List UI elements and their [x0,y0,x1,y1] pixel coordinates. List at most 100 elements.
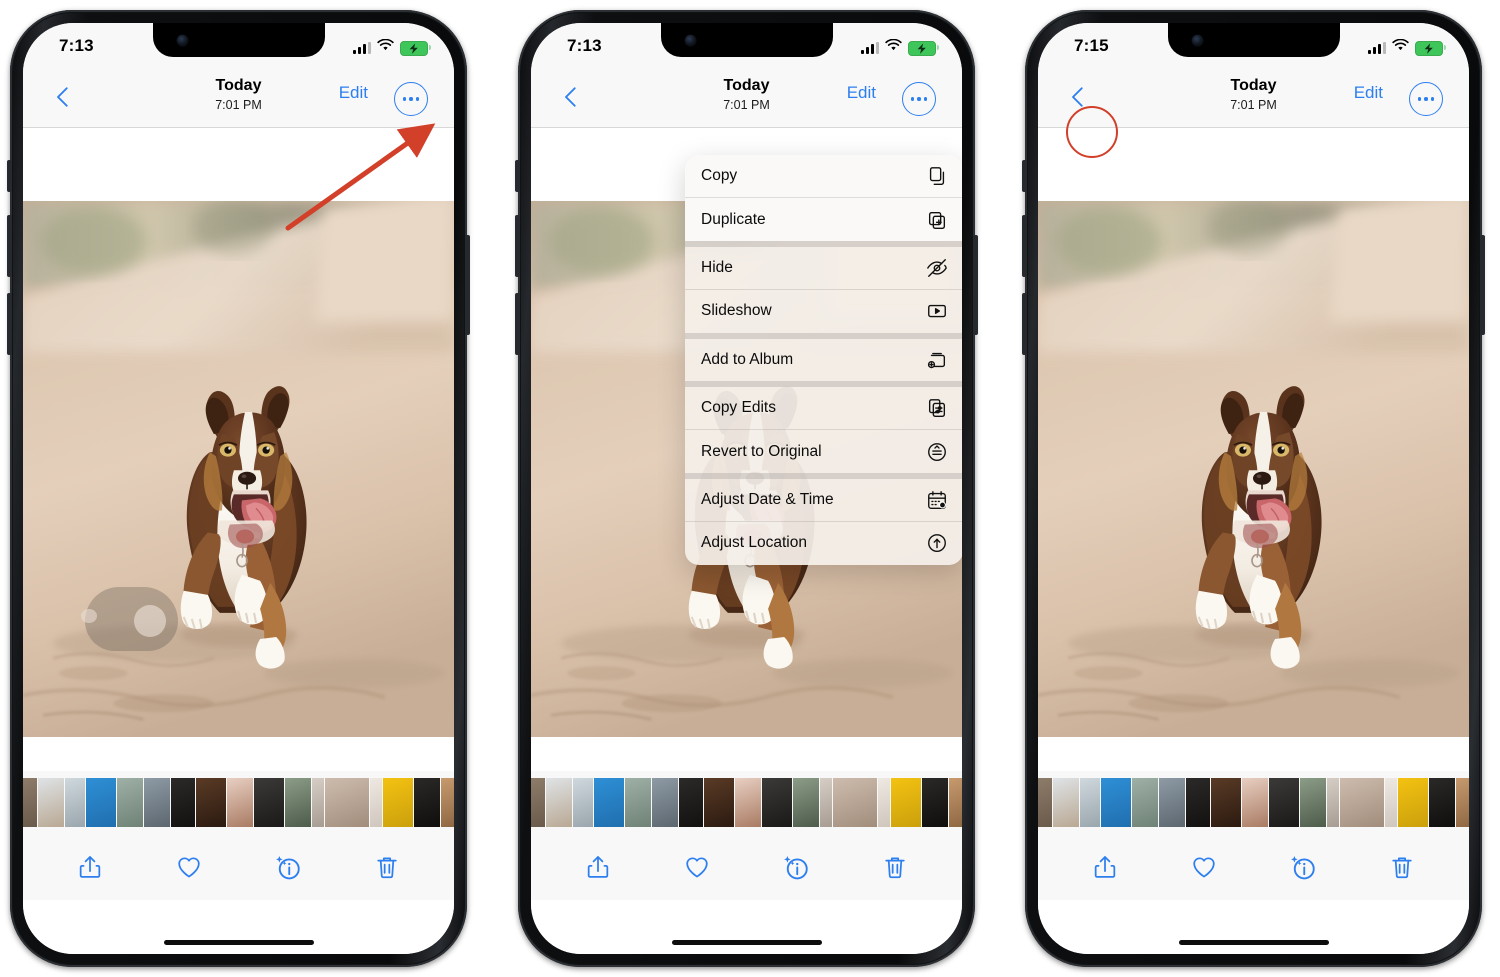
filmstrip-thumbnail[interactable] [1211,778,1241,827]
filmstrip-thumbnail[interactable] [793,778,819,827]
filmstrip-thumbnail[interactable] [704,778,734,827]
filmstrip-thumbnail[interactable] [652,778,678,827]
filmstrip-thumbnail[interactable] [1242,778,1268,827]
filmstrip-thumbnail[interactable] [1159,778,1185,827]
filmstrip-thumbnail[interactable] [1186,778,1210,827]
menu-item-revert-to-original[interactable]: Revert to Original [685,429,962,472]
filmstrip-thumbnail[interactable] [285,778,311,827]
filmstrip-thumbnail[interactable] [833,778,877,827]
filmstrip-thumbnail[interactable] [196,778,226,827]
filmstrip-thumbnail[interactable] [762,778,792,827]
filmstrip-thumbnail[interactable] [65,778,85,827]
trash-icon[interactable] [366,846,408,888]
filmstrip-thumbnail[interactable] [171,778,195,827]
menu-item-hide[interactable]: Hide [685,247,962,289]
filmstrip-thumbnail[interactable] [383,778,413,827]
filmstrip-thumbnail[interactable] [625,778,651,827]
share-icon[interactable] [577,846,619,888]
filmstrip-thumbnail[interactable] [38,778,64,827]
filmstrip-thumbnail[interactable] [878,778,890,827]
context-menu[interactable]: Copy Duplicate Hide Slideshow Add to Alb… [685,155,962,565]
info-sparkle-icon[interactable] [775,846,817,888]
filmstrip-thumbnail[interactable] [922,778,948,827]
heart-icon[interactable] [676,846,718,888]
home-indicator[interactable] [1178,940,1329,945]
share-icon[interactable] [1084,846,1126,888]
ellipsis-circle-icon[interactable] [394,82,428,116]
photo-viewer[interactable] [1038,201,1469,737]
home-indicator[interactable] [671,940,822,945]
filmstrip-thumbnail[interactable] [370,778,382,827]
filmstrip-thumbnail[interactable] [86,778,116,827]
filmstrip-thumbnail[interactable] [414,778,440,827]
volume-up-button[interactable] [515,215,520,277]
trash-icon[interactable] [1381,846,1423,888]
filmstrip-thumbnail[interactable] [679,778,703,827]
edit-button[interactable]: Edit [847,83,876,103]
menu-item-slideshow[interactable]: Slideshow [685,289,962,332]
filmstrip-thumbnail[interactable] [312,778,324,827]
volume-down-button[interactable] [1022,293,1027,355]
filmstrip-thumbnail[interactable] [254,778,284,827]
info-sparkle-icon[interactable] [267,846,309,888]
volume-down-button[interactable] [515,293,520,355]
filmstrip-thumbnail[interactable] [23,778,37,827]
power-button[interactable] [1480,235,1485,335]
filmstrip-thumbnail[interactable] [1300,778,1326,827]
photo-viewer[interactable] [23,201,454,737]
menu-item-add-to-album[interactable]: Add to Album [685,339,962,381]
filmstrip-thumbnail[interactable] [1398,778,1428,827]
menu-item-duplicate[interactable]: Duplicate [685,197,962,241]
filmstrip[interactable] [23,771,454,834]
filmstrip-thumbnail[interactable] [820,778,832,827]
power-button[interactable] [973,235,978,335]
menu-item-copy[interactable]: Copy [685,155,962,198]
volume-down-button[interactable] [7,293,12,355]
edit-button[interactable]: Edit [339,83,368,103]
filmstrip-thumbnail[interactable] [441,778,454,827]
share-icon[interactable] [69,846,111,888]
filmstrip-thumbnail[interactable] [1327,778,1339,827]
filmstrip-thumbnail[interactable] [949,778,962,827]
mute-switch[interactable] [7,160,12,192]
edit-button[interactable]: Edit [1354,83,1383,103]
filmstrip-thumbnail[interactable] [144,778,170,827]
filmstrip-thumbnail[interactable] [1385,778,1397,827]
filmstrip-thumbnail[interactable] [1132,778,1158,827]
menu-item-copy-edits[interactable]: Copy Edits [685,387,962,429]
info-sparkle-icon[interactable] [1282,846,1324,888]
menu-item-adjust-date-time[interactable]: Adjust Date & Time [685,479,962,521]
page-title: Today [1230,77,1277,94]
filmstrip-thumbnail[interactable] [1456,778,1469,827]
filmstrip-thumbnail[interactable] [1340,778,1384,827]
heart-icon[interactable] [1183,846,1225,888]
filmstrip-thumbnail[interactable] [735,778,761,827]
mute-switch[interactable] [515,160,520,192]
power-button[interactable] [465,235,470,335]
filmstrip-thumbnail[interactable] [573,778,593,827]
filmstrip-thumbnail[interactable] [1080,778,1100,827]
filmstrip[interactable] [1038,771,1469,834]
filmstrip-thumbnail[interactable] [546,778,572,827]
filmstrip-thumbnail[interactable] [1053,778,1079,827]
filmstrip-thumbnail[interactable] [891,778,921,827]
ellipsis-circle-icon[interactable] [902,82,936,116]
filmstrip-thumbnail[interactable] [1101,778,1131,827]
trash-icon[interactable] [874,846,916,888]
volume-up-button[interactable] [1022,215,1027,277]
filmstrip-thumbnail[interactable] [117,778,143,827]
menu-item-adjust-location[interactable]: Adjust Location [685,521,962,564]
ellipsis-circle-icon[interactable] [1409,82,1443,116]
home-indicator[interactable] [163,940,314,945]
filmstrip-thumbnail[interactable] [1429,778,1455,827]
filmstrip-thumbnail[interactable] [227,778,253,827]
filmstrip-thumbnail[interactable] [594,778,624,827]
filmstrip[interactable] [531,771,962,834]
filmstrip-thumbnail[interactable] [1038,778,1052,827]
filmstrip-thumbnail[interactable] [325,778,369,827]
filmstrip-thumbnail[interactable] [1269,778,1299,827]
mute-switch[interactable] [1022,160,1027,192]
filmstrip-thumbnail[interactable] [531,778,545,827]
heart-icon[interactable] [168,846,210,888]
volume-up-button[interactable] [7,215,12,277]
